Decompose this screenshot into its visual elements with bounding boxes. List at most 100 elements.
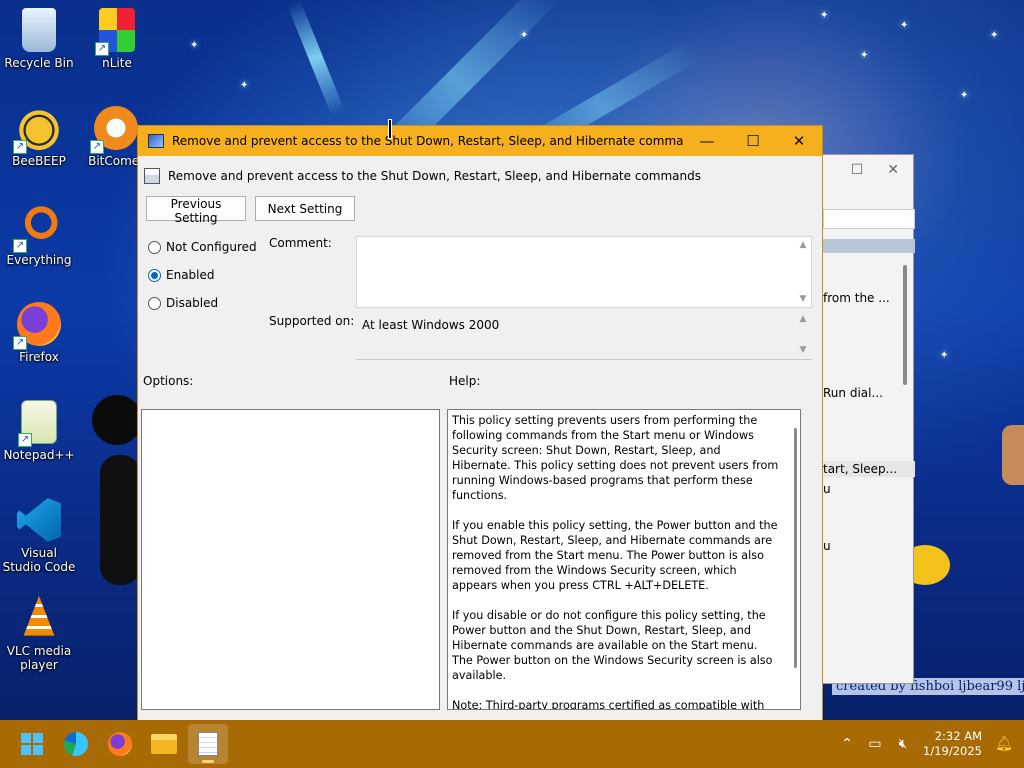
list-item[interactable]: u	[823, 539, 831, 553]
scrollbar[interactable]	[903, 265, 907, 385]
radio-not-configured[interactable]: Not Configured	[148, 240, 257, 254]
desktop-icon-label: Notepad++	[3, 448, 75, 462]
scroll-down-icon: ▼	[799, 345, 807, 355]
help-paragraph: If you enable this policy setting, the P…	[452, 519, 778, 592]
wallpaper-sparkle: ✦	[990, 30, 999, 41]
wallpaper-character-ear	[92, 395, 142, 445]
vscode-icon	[17, 498, 61, 542]
dialog-title: Remove and prevent access to the Shut Do…	[172, 134, 684, 148]
background-window-addressbar	[823, 209, 915, 229]
supported-on-label: Supported on:	[269, 314, 355, 328]
notification-bell-icon[interactable]: 🔔︎	[990, 736, 1018, 752]
desktop-icon-vscode[interactable]: Visual Studio Code	[1, 498, 77, 574]
shortcut-arrow-icon: ↗	[18, 433, 32, 447]
desktop-icon-label: VLC media player	[6, 644, 72, 672]
help-label: Help:	[449, 374, 481, 388]
desktop-icon-vlc[interactable]: VLC media player	[1, 596, 77, 672]
wallpaper-sparkle: ✦	[820, 10, 829, 21]
clock[interactable]: 2:32 AM 1/19/2025	[923, 729, 982, 759]
windows-logo-icon	[21, 733, 43, 755]
wallpaper-sparkle: ✦	[960, 90, 969, 101]
policy-setting-icon	[144, 168, 160, 184]
next-setting-button[interactable]: Next Setting	[255, 196, 355, 221]
wallpaper-sparkle: ✦	[190, 40, 199, 51]
shortcut-arrow-icon: ↗	[95, 42, 109, 56]
scroll-down-icon: ▼	[799, 294, 807, 304]
radio-button-icon	[148, 296, 161, 310]
taskbar-edge[interactable]	[56, 724, 96, 764]
scroll-up-icon: ▲	[799, 314, 807, 324]
options-panel	[141, 409, 440, 710]
radio-button-selected-icon	[148, 268, 161, 282]
network-icon[interactable]: ▭	[861, 736, 889, 752]
speaker-muted-icon[interactable]: 🔇︎	[889, 736, 917, 752]
desktop-icon-beebeep[interactable]: ↗ BeeBEEP	[1, 106, 77, 168]
desktop-icon-label: Everything	[6, 253, 72, 267]
chevron-up-icon[interactable]: ⌃	[833, 736, 861, 752]
policy-name: Remove and prevent access to the Shut Do…	[168, 169, 701, 183]
radio-disabled[interactable]: Disabled	[148, 296, 218, 310]
policy-app-icon	[148, 134, 164, 148]
notepad-icon	[198, 732, 218, 756]
list-item[interactable]: tart, Sleep...	[823, 462, 897, 476]
maximize-button[interactable]: ☐	[730, 126, 776, 156]
start-button[interactable]	[12, 724, 52, 764]
comment-textarea[interactable]: ▲ ▼	[356, 236, 812, 308]
bitcomet-icon: ↗	[90, 106, 138, 154]
taskbar-notepad[interactable]	[188, 724, 228, 764]
shortcut-arrow-icon: ↗	[90, 140, 104, 154]
desktop-icon-notepadpp[interactable]: ↗ Notepad++	[1, 400, 77, 462]
list-item[interactable]: u	[823, 482, 831, 496]
help-text: This policy setting prevents users from …	[448, 410, 800, 709]
wallpaper-sparkle: ✦	[900, 20, 909, 31]
maximize-icon[interactable]: ☐	[851, 162, 864, 178]
help-panel[interactable]: This policy setting prevents users from …	[447, 409, 801, 710]
wallpaper-sparkle: ✦	[860, 50, 869, 61]
everything-search-icon: ↗	[13, 205, 61, 253]
radio-label: Disabled	[166, 296, 219, 310]
desktop-icon-nlite[interactable]: ↗ nLite	[79, 8, 155, 70]
list-item[interactable]: from the ...	[823, 291, 890, 305]
radio-label: Enabled	[166, 268, 215, 282]
radio-label: Not Configured	[166, 240, 257, 254]
vlc-icon	[23, 596, 55, 636]
desktop-icon-label: BeeBEEP	[12, 154, 66, 168]
desktop-icon-everything[interactable]: ↗ Everything	[1, 205, 77, 267]
radio-button-icon	[148, 240, 161, 254]
folder-icon	[151, 734, 177, 754]
close-button[interactable]: ✕	[776, 126, 822, 156]
supported-scrollbar[interactable]: ▲ ▼	[796, 310, 810, 359]
wallpaper-sparkle: ✦	[940, 350, 949, 361]
edge-icon	[64, 732, 88, 756]
wallpaper-character-body	[100, 455, 140, 585]
list-item[interactable]: Run dial...	[823, 386, 883, 400]
help-scrollbar[interactable]	[794, 428, 797, 668]
supported-on-value: At least Windows 2000	[362, 318, 500, 332]
policy-header: Remove and prevent access to the Shut Do…	[144, 168, 701, 184]
policy-setting-dialog[interactable]: Remove and prevent access to the Shut Do…	[137, 125, 823, 721]
desktop-icon-firefox[interactable]: ↗ Firefox	[1, 302, 77, 364]
close-icon: ✕	[792, 132, 806, 150]
dialog-titlebar[interactable]: Remove and prevent access to the Shut Do…	[138, 126, 822, 156]
previous-setting-button[interactable]: Previous Setting	[146, 196, 246, 225]
background-window-titlebar: ☐ ✕	[819, 155, 913, 185]
desktop-icon-label: Firefox	[19, 350, 59, 364]
taskbar-file-explorer[interactable]	[144, 724, 184, 764]
wallpaper-character-face	[1002, 425, 1024, 485]
desktop-icon-recycle-bin[interactable]: Recycle Bin	[1, 8, 77, 70]
background-window[interactable]: ☐ ✕ from the ... Run dial... tart, Sleep…	[818, 154, 915, 684]
system-tray: ⌃ ▭ 🔇︎ 2:32 AM 1/19/2025 🔔︎	[833, 720, 1024, 768]
shortcut-arrow-icon: ↗	[13, 140, 27, 154]
wallpaper-sparkle: ✦	[240, 80, 249, 91]
comment-scrollbar[interactable]: ▲ ▼	[795, 237, 811, 307]
taskbar-firefox[interactable]	[100, 724, 140, 764]
notepadpp-icon: ↗	[18, 400, 57, 447]
minimize-button[interactable]: —	[684, 126, 730, 156]
nlite-icon: ↗	[95, 8, 135, 56]
wallpaper-light-beam	[287, 0, 345, 117]
recycle-bin-icon	[22, 8, 56, 52]
radio-enabled[interactable]: Enabled	[148, 268, 215, 282]
beebeep-icon: ↗	[13, 106, 61, 154]
shortcut-arrow-icon: ↗	[13, 336, 27, 350]
close-icon[interactable]: ✕	[887, 162, 899, 178]
